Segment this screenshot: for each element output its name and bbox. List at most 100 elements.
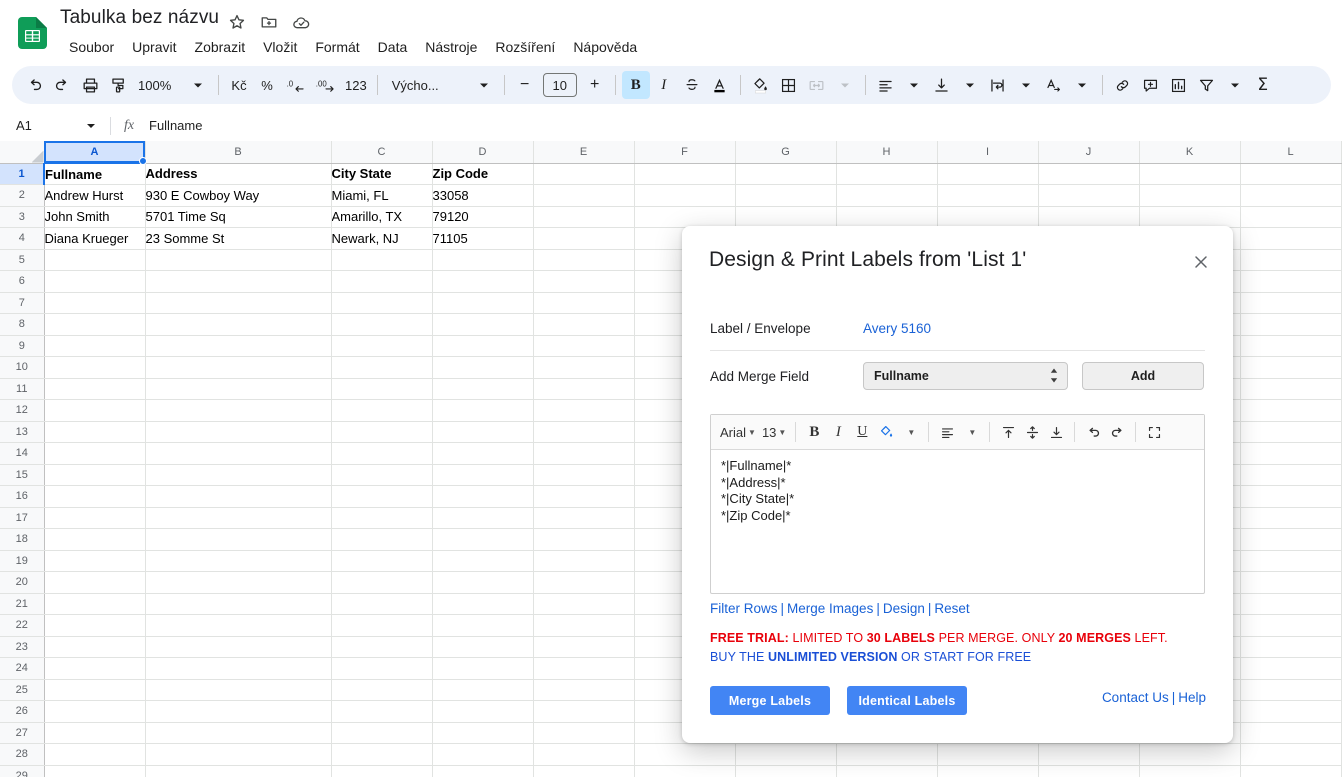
grid-cell[interactable]: [145, 313, 332, 336]
grid-cell[interactable]: [937, 184, 1039, 207]
grid-cell[interactable]: [634, 206, 736, 228]
horizontal-align-icon[interactable]: [872, 71, 900, 99]
grid-cell[interactable]: [937, 163, 1039, 185]
grid-cell[interactable]: [533, 227, 635, 250]
grid-cell[interactable]: [432, 399, 534, 422]
grid-cell[interactable]: [432, 528, 534, 551]
grid-cell[interactable]: [1240, 184, 1342, 207]
grid-cell[interactable]: [145, 292, 332, 314]
insert-comment-icon[interactable]: [1137, 71, 1165, 99]
reset-link[interactable]: Reset: [934, 601, 969, 616]
name-box[interactable]: A1: [6, 113, 102, 138]
grid-cell[interactable]: [1038, 765, 1140, 777]
borders-icon[interactable]: [775, 71, 803, 99]
merge-dropdown-icon[interactable]: [831, 71, 859, 99]
grid-cell[interactable]: [533, 399, 635, 422]
grid-cell[interactable]: [1240, 399, 1342, 422]
grid-cell[interactable]: 79120: [432, 206, 534, 228]
number-format-button[interactable]: 123: [341, 71, 371, 99]
grid-cell[interactable]: [331, 722, 433, 744]
row-header-16[interactable]: 16: [0, 485, 45, 508]
grid-cell[interactable]: Address: [145, 163, 332, 185]
row-header-2[interactable]: 2: [0, 184, 45, 207]
grid-cell[interactable]: [331, 485, 433, 508]
editor-italic-button[interactable]: I: [826, 419, 850, 445]
buy-unlimited-notice[interactable]: BUY THE UNLIMITED VERSION OR START FOR F…: [710, 650, 1031, 664]
menu-item-rozsireni[interactable]: Rozšíření: [486, 35, 564, 59]
grid-cell[interactable]: [331, 313, 433, 336]
functions-sigma-icon[interactable]: Σ: [1249, 71, 1277, 99]
zoom-level[interactable]: 100%: [132, 71, 184, 99]
grid-cell[interactable]: [44, 249, 146, 271]
grid-cell[interactable]: [331, 550, 433, 572]
grid-cell[interactable]: [432, 679, 534, 701]
grid-cell[interactable]: [1139, 743, 1241, 766]
grid-cell[interactable]: [1240, 335, 1342, 357]
grid-cell[interactable]: [145, 356, 332, 379]
merge-labels-button[interactable]: Merge Labels: [710, 686, 830, 715]
grid-cell[interactable]: [533, 765, 635, 777]
grid-cell[interactable]: [145, 421, 332, 443]
grid-cell[interactable]: [331, 399, 433, 422]
menu-item-data[interactable]: Data: [369, 35, 417, 59]
cloud-saved-icon[interactable]: [292, 13, 310, 31]
text-rotation-dropdown-icon[interactable]: [1068, 71, 1096, 99]
grid-cell[interactable]: [1240, 722, 1342, 744]
grid-cell[interactable]: [1240, 442, 1342, 465]
column-header-e[interactable]: E: [533, 141, 635, 164]
formula-input[interactable]: Fullname: [149, 118, 202, 133]
unlimited-version-text[interactable]: UNLIMITED VERSION: [768, 650, 897, 664]
grid-cell[interactable]: [533, 700, 635, 723]
print-icon[interactable]: [76, 71, 104, 99]
grid-cell[interactable]: [1038, 743, 1140, 766]
undo-icon[interactable]: [20, 71, 48, 99]
grid-cell[interactable]: [432, 550, 534, 572]
grid-cell[interactable]: [1038, 184, 1140, 207]
grid-cell[interactable]: [1240, 571, 1342, 594]
grid-cell[interactable]: [735, 184, 837, 207]
grid-cell[interactable]: [1240, 485, 1342, 508]
grid-cell[interactable]: [1139, 765, 1241, 777]
grid-cell[interactable]: [432, 313, 534, 336]
grid-cell[interactable]: [432, 270, 534, 293]
grid-cell[interactable]: [145, 657, 332, 680]
grid-cell[interactable]: [145, 507, 332, 529]
grid-cell[interactable]: [331, 571, 433, 594]
grid-cell[interactable]: [533, 356, 635, 379]
grid-cell[interactable]: [1240, 657, 1342, 680]
grid-cell[interactable]: Andrew Hurst: [44, 184, 146, 207]
row-header-8[interactable]: 8: [0, 313, 45, 336]
fill-color-icon[interactable]: [747, 71, 775, 99]
column-header-c[interactable]: C: [331, 141, 433, 164]
grid-cell[interactable]: [1240, 163, 1342, 185]
grid-cell[interactable]: [331, 614, 433, 637]
row-header-27[interactable]: 27: [0, 722, 45, 744]
column-header-b[interactable]: B: [145, 141, 332, 164]
editor-fill-color-icon[interactable]: [874, 419, 898, 445]
row-header-19[interactable]: 19: [0, 550, 45, 572]
grid-cell[interactable]: [533, 722, 635, 744]
grid-cell[interactable]: [44, 550, 146, 572]
grid-cell[interactable]: [44, 421, 146, 443]
grid-cell[interactable]: [145, 593, 332, 615]
text-wrap-icon[interactable]: [984, 71, 1012, 99]
grid-cell[interactable]: [1240, 249, 1342, 271]
grid-cell[interactable]: [533, 442, 635, 465]
grid-cell[interactable]: [432, 464, 534, 486]
design-link[interactable]: Design: [883, 601, 925, 616]
grid-cell[interactable]: [735, 163, 837, 185]
row-header-7[interactable]: 7: [0, 292, 45, 314]
grid-cell[interactable]: [432, 571, 534, 594]
filter-rows-link[interactable]: Filter Rows: [710, 601, 778, 616]
grid-cell[interactable]: [145, 528, 332, 551]
grid-cell[interactable]: 33058: [432, 184, 534, 207]
grid-cell[interactable]: [533, 335, 635, 357]
row-header-22[interactable]: 22: [0, 614, 45, 637]
grid-cell[interactable]: Amarillo, TX: [331, 206, 433, 228]
select-all-corner[interactable]: [0, 141, 45, 164]
column-header-h[interactable]: H: [836, 141, 938, 164]
grid-cell[interactable]: [533, 550, 635, 572]
grid-cell[interactable]: [145, 270, 332, 293]
grid-cell[interactable]: [331, 657, 433, 680]
grid-cell[interactable]: [44, 464, 146, 486]
